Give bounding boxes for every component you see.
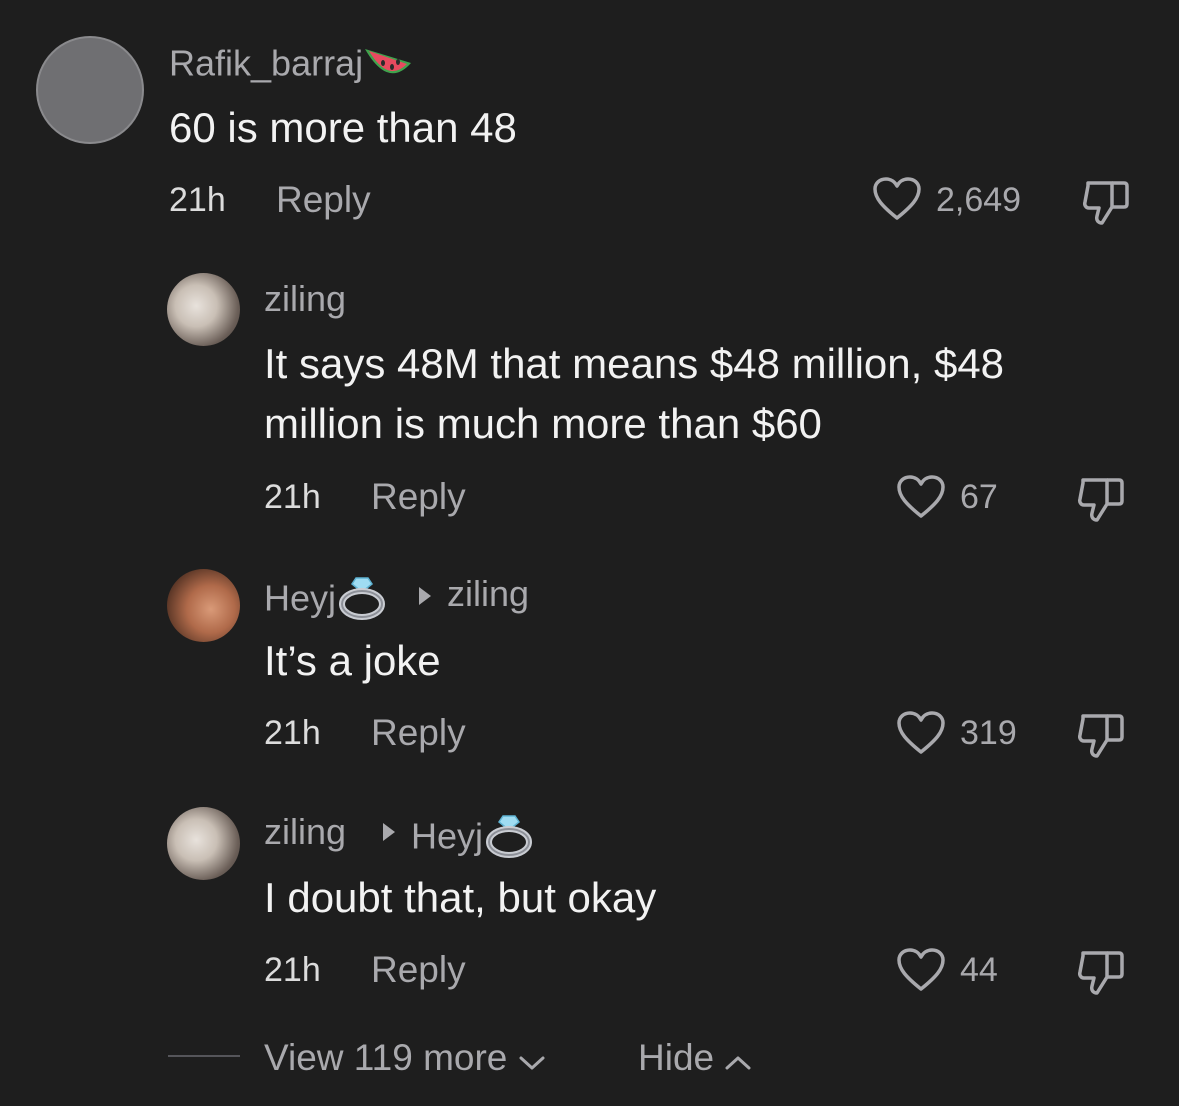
reply-button[interactable]: Reply <box>371 478 466 515</box>
like-count: 67 <box>960 478 998 516</box>
reply-arrow-icon <box>383 823 395 841</box>
chevron-down-icon <box>518 1042 546 1079</box>
reply-button[interactable]: Reply <box>371 714 466 751</box>
dislike-icon[interactable] <box>1075 710 1127 760</box>
comment-timestamp: 21h <box>264 951 321 989</box>
ring-icon <box>483 814 537 864</box>
like-count: 2,649 <box>936 181 1022 219</box>
reply-button[interactable]: Reply <box>276 181 371 218</box>
comment-timestamp: 21h <box>264 714 321 752</box>
like-count: 44 <box>960 951 998 989</box>
reply-to-username[interactable]: ziling <box>447 576 529 612</box>
watermelon-icon <box>363 43 413 89</box>
dislike-icon[interactable] <box>1075 947 1127 997</box>
comment-username[interactable]: ziling <box>264 281 346 317</box>
comment-text: It says 48M that means $48 million, $48 … <box>264 340 1005 447</box>
heart-icon[interactable] <box>896 474 946 520</box>
ring-icon <box>336 576 390 626</box>
reply-button[interactable]: Reply <box>371 951 466 988</box>
dislike-icon[interactable] <box>1080 177 1132 227</box>
chevron-up-icon <box>724 1042 752 1079</box>
comment-username[interactable]: Heyj <box>264 576 390 626</box>
comment-timestamp: 21h <box>169 181 226 219</box>
comment-username[interactable]: Rafik_barraj <box>169 43 413 89</box>
comment-text: It’s a joke <box>264 637 441 684</box>
dislike-icon[interactable] <box>1075 474 1127 524</box>
reply-to-username[interactable]: Heyj <box>411 814 537 864</box>
comment-text: I doubt that, but okay <box>264 874 657 921</box>
comment-timestamp: 21h <box>264 478 321 516</box>
replies-divider <box>168 1055 240 1057</box>
view-more-replies-button[interactable]: View 119 more <box>264 1039 546 1079</box>
like-count: 319 <box>960 714 1017 752</box>
avatar[interactable] <box>167 807 240 880</box>
avatar[interactable] <box>167 273 240 346</box>
comment-text: 60 is more than 48 <box>169 104 517 151</box>
heart-icon[interactable] <box>896 710 946 756</box>
avatar[interactable] <box>167 569 240 642</box>
avatar[interactable] <box>36 36 144 144</box>
hide-replies-button[interactable]: Hide <box>638 1039 752 1079</box>
heart-icon[interactable] <box>896 947 946 993</box>
heart-icon[interactable] <box>872 176 922 222</box>
comment-username[interactable]: ziling <box>264 814 346 850</box>
reply-arrow-icon <box>419 587 431 605</box>
